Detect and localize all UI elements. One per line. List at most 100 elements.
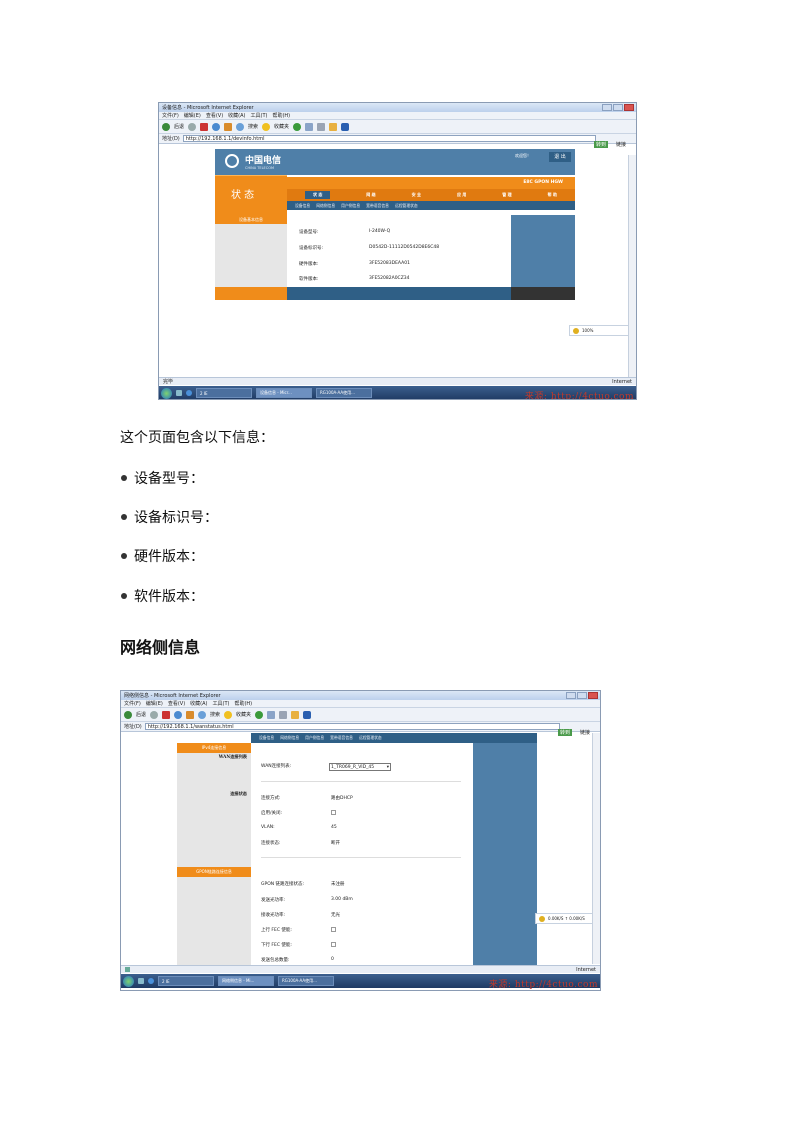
tab-security[interactable]: 安 全 — [412, 192, 421, 198]
menu-file[interactable]: 文件(F) — [162, 112, 179, 119]
subtab-device-info[interactable]: 设备信息 — [259, 735, 274, 741]
search-icon[interactable] — [198, 710, 207, 719]
links-label[interactable]: 链接 — [580, 729, 590, 736]
menu-view[interactable]: 查看(V) — [168, 700, 185, 707]
go-button[interactable]: 转到 — [593, 141, 608, 148]
menu-view[interactable]: 查看(V) — [206, 112, 223, 119]
refresh-icon[interactable] — [174, 710, 183, 719]
favorites-label[interactable]: 收藏夹 — [236, 711, 251, 718]
print-icon[interactable] — [317, 122, 326, 131]
close-button[interactable] — [624, 104, 634, 111]
zoom-status[interactable]: 0.00K/S ↑ 0.00K/S — [548, 916, 585, 921]
search-icon[interactable] — [236, 122, 245, 131]
forward-icon[interactable] — [188, 122, 197, 131]
task-ie-group[interactable]: 2 IE — [196, 388, 252, 398]
maximize-button[interactable] — [613, 104, 623, 111]
menu-file[interactable]: 文件(F) — [124, 700, 141, 707]
close-button[interactable] — [588, 692, 598, 699]
back-icon[interactable] — [162, 122, 170, 131]
menu-tools[interactable]: 工具(T) — [251, 112, 268, 119]
history-icon[interactable] — [293, 122, 302, 131]
subtab-wan-info[interactable]: 网络侧信息 — [316, 203, 335, 209]
quicklaunch-ie-icon[interactable] — [148, 978, 154, 984]
menu-bar: 文件(F) 编辑(E) 查看(V) 收藏(A) 工具(T) 帮助(H) — [121, 700, 600, 708]
home-icon[interactable] — [224, 122, 233, 131]
zoom-status[interactable]: 100% — [582, 328, 593, 333]
tab-network[interactable]: 网 络 — [366, 192, 375, 198]
tab-help[interactable]: 帮 助 — [548, 192, 557, 198]
folder-icon[interactable] — [329, 122, 338, 131]
task-rg100a[interactable]: RG100A-AA使用... — [278, 976, 334, 986]
subtab-remote-status[interactable]: 远程管理状态 — [359, 735, 382, 741]
scrollbar[interactable] — [628, 155, 636, 377]
task-wan-info[interactable]: 网络侧信息 - Mi... — [218, 976, 274, 986]
minimize-button[interactable] — [602, 104, 612, 111]
task-device-info[interactable]: 设备信息 - Micr... — [256, 388, 312, 398]
search-label[interactable]: 搜索 — [248, 123, 258, 130]
back-label[interactable]: 后退 — [174, 123, 184, 130]
subtab-device-info[interactable]: 设备信息 — [295, 203, 310, 209]
left-header-gpon: GPON链路连接信息 — [177, 867, 251, 877]
enable-checkbox[interactable] — [331, 810, 336, 815]
history-icon[interactable] — [255, 710, 264, 719]
menu-bar: 文件(F) 编辑(E) 查看(V) 收藏(A) 工具(T) 帮助(H) — [159, 112, 636, 120]
subtab-lan-info[interactable]: 用户侧信息 — [305, 735, 324, 741]
favorites-icon[interactable] — [224, 710, 233, 719]
links-label[interactable]: 链接 — [616, 141, 626, 148]
wan-list-select[interactable]: 1_TR069_R_VID_45 ▾ — [329, 763, 391, 771]
task-ie-group[interactable]: 2 IE — [158, 976, 214, 986]
minimize-button[interactable] — [566, 692, 576, 699]
section-heading: 网络侧信息 — [120, 638, 201, 657]
home-icon[interactable] — [186, 710, 195, 719]
go-button[interactable]: 转到 — [557, 729, 572, 736]
messenger-icon[interactable] — [303, 710, 312, 719]
subtab-wan-info[interactable]: 网络侧信息 — [280, 735, 299, 741]
task-rg100a[interactable]: RG100A-AA使用... — [316, 388, 372, 398]
quicklaunch-icon[interactable] — [176, 390, 182, 396]
refresh-icon[interactable] — [212, 122, 221, 131]
search-label[interactable]: 搜索 — [210, 711, 220, 718]
status-right: Internet — [612, 378, 632, 385]
downstream-fec-checkbox[interactable] — [331, 942, 336, 947]
menu-edit[interactable]: 编辑(E) — [146, 700, 163, 707]
url-text: http://192.168.1.1/devinfo.html — [185, 135, 265, 142]
start-orb-icon[interactable] — [161, 387, 172, 399]
mail-icon[interactable] — [267, 710, 276, 719]
quicklaunch-icon[interactable] — [138, 978, 144, 984]
menu-help[interactable]: 帮助(H) — [234, 700, 252, 707]
favorites-label[interactable]: 收藏夹 — [274, 123, 289, 130]
subtab-voice-info[interactable]: 宽带语音信息 — [330, 735, 353, 741]
logout-button[interactable]: 退 出 — [549, 152, 571, 162]
stop-icon[interactable] — [162, 710, 171, 719]
menu-favorites[interactable]: 收藏(A) — [190, 700, 207, 707]
tab-management[interactable]: 管 理 — [502, 192, 511, 198]
menu-edit[interactable]: 编辑(E) — [184, 112, 201, 119]
subtab-lan-info[interactable]: 用户侧信息 — [341, 203, 360, 209]
url-input[interactable]: http://192.168.1.1/wanstatus.html — [144, 723, 560, 730]
zoom-panel: 0.00K/S ↑ 0.00K/S — [535, 913, 599, 924]
menu-tools[interactable]: 工具(T) — [213, 700, 230, 707]
quicklaunch-ie-icon[interactable] — [186, 390, 192, 396]
subtab-remote-status[interactable]: 远程管理状态 — [395, 203, 418, 209]
tab-status[interactable]: 状 态 — [304, 191, 331, 199]
mail-icon[interactable] — [305, 122, 314, 131]
start-orb-icon[interactable] — [123, 975, 134, 987]
back-label[interactable]: 后退 — [136, 711, 146, 718]
stop-icon[interactable] — [200, 122, 209, 131]
menu-favorites[interactable]: 收藏(A) — [228, 112, 245, 119]
maximize-button[interactable] — [577, 692, 587, 699]
favorites-icon[interactable] — [262, 122, 271, 131]
subtab-voice-info[interactable]: 宽带语音信息 — [366, 203, 389, 209]
bullet-dot-icon — [121, 593, 127, 599]
print-icon[interactable] — [279, 710, 288, 719]
url-input[interactable]: http://192.168.1.1/devinfo.html — [182, 135, 596, 142]
back-icon[interactable] — [124, 710, 132, 719]
folder-icon[interactable] — [291, 710, 300, 719]
menu-help[interactable]: 帮助(H) — [272, 112, 290, 119]
messenger-icon[interactable] — [341, 122, 350, 131]
bullet-dot-icon — [121, 475, 127, 481]
scrollbar[interactable] — [592, 733, 600, 964]
upstream-fec-checkbox[interactable] — [331, 927, 336, 932]
forward-icon[interactable] — [150, 710, 159, 719]
tab-application[interactable]: 应 用 — [457, 192, 466, 198]
